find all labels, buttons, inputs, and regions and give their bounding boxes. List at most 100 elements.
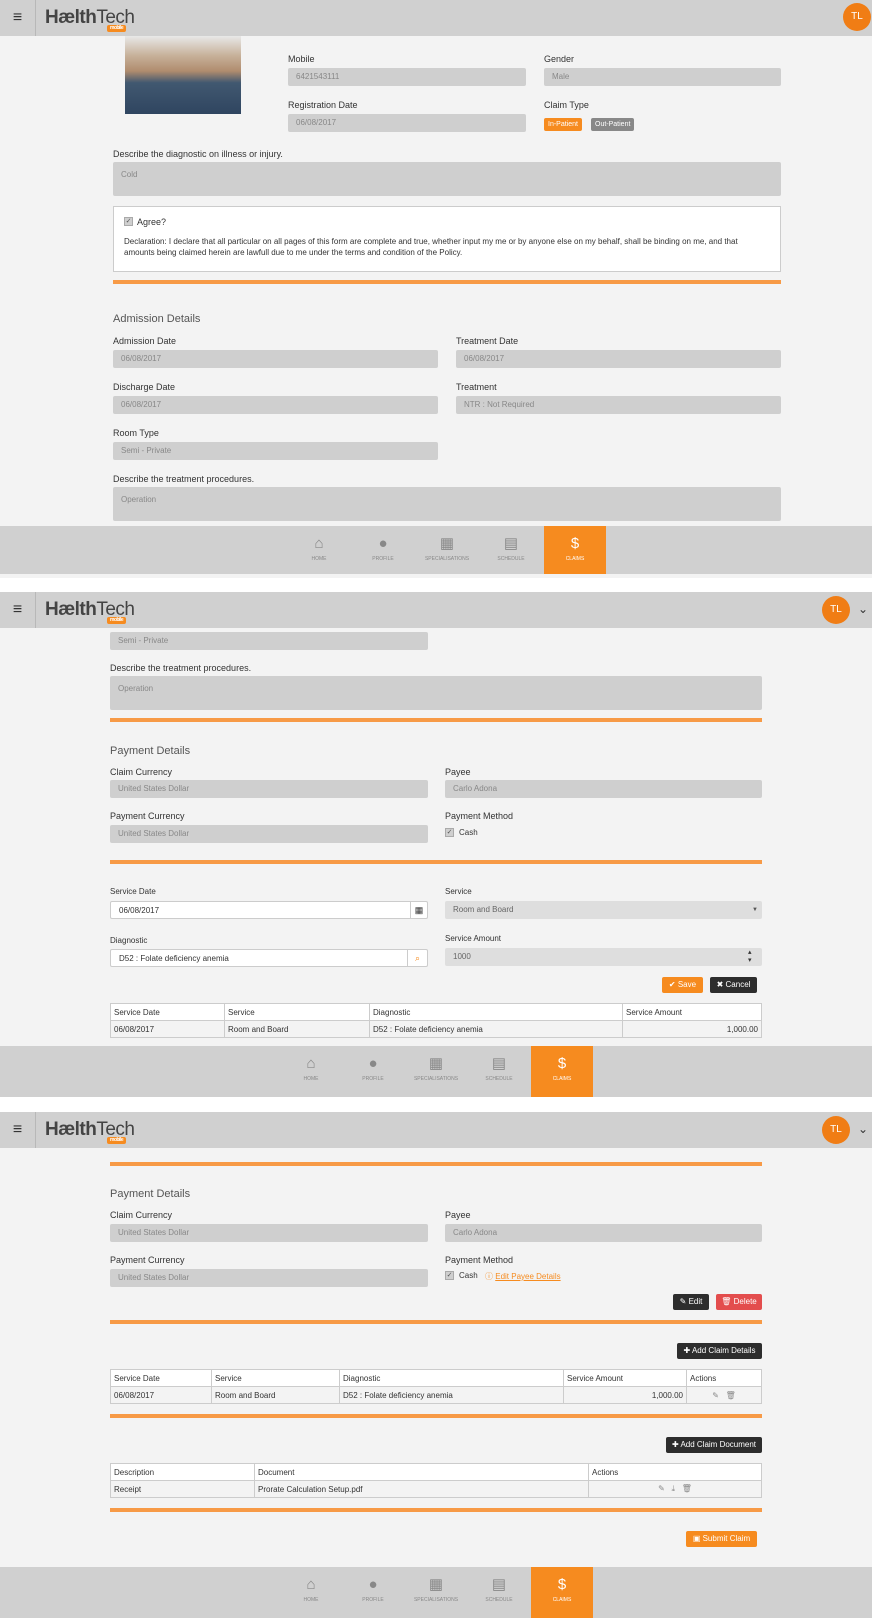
table-row[interactable]: Receipt Prorate Calculation Setup.pdf ✎ …: [110, 1480, 762, 1498]
payment-method-label: Payment Method: [445, 811, 514, 821]
cash-label: Cash: [459, 1271, 478, 1280]
column-header: Description: [110, 1463, 255, 1481]
nav-profile[interactable]: ● PROFILE: [342, 1046, 404, 1094]
agree-label: Agree?: [137, 217, 167, 227]
trash-icon[interactable]: 🗑: [682, 1484, 692, 1493]
nav-home[interactable]: ⌂ HOME: [280, 1567, 342, 1615]
payment-method-label: Payment Method: [445, 1255, 514, 1265]
user-avatar[interactable]: TL: [822, 596, 850, 624]
chevron-down-icon[interactable]: ⌄: [858, 1122, 868, 1136]
nav-profile[interactable]: ● PROFILE: [342, 1567, 404, 1615]
inpatient-pill[interactable]: In-Patient: [544, 118, 582, 131]
table-header-row: Service Date Service Diagnostic Service …: [110, 1003, 762, 1021]
treatment-field[interactable]: NTR : Not Required: [456, 396, 781, 414]
cell: Room and Board: [224, 1020, 370, 1038]
mobile-label: Mobile: [288, 54, 315, 64]
table-row[interactable]: 06/08/2017 Room and Board D52 : Folate d…: [110, 1386, 762, 1404]
add-claim-document-button[interactable]: ✚ Add Claim Document: [666, 1437, 762, 1453]
calendar-icon: ▤: [491, 1576, 507, 1593]
nav-claims[interactable]: $ CLAIMS: [531, 1567, 593, 1618]
claim-currency-field[interactable]: United States Dollar: [110, 780, 428, 798]
cell: Prorate Calculation Setup.pdf: [254, 1480, 589, 1498]
room-type-label: Room Type: [113, 428, 159, 438]
specialisations-icon: ▦: [439, 535, 455, 552]
nav-specialisations[interactable]: ▦ SPECIALISATIONS: [416, 526, 478, 574]
profile-photo: [125, 36, 241, 114]
add-claim-details-button[interactable]: ✚ Add Claim Details: [677, 1343, 762, 1359]
treatment-procedures-textarea[interactable]: Operation: [113, 487, 781, 521]
cell: 06/08/2017: [110, 1386, 212, 1404]
home-icon: ⌂: [306, 1055, 316, 1072]
edit-button[interactable]: ✎ Edit: [673, 1294, 709, 1310]
payment-currency-field[interactable]: United States Dollar: [110, 1269, 428, 1287]
user-avatar[interactable]: TL: [822, 1116, 850, 1144]
cash-checkbox[interactable]: ✓: [445, 1271, 454, 1280]
calendar-icon[interactable]: ▦: [410, 902, 427, 918]
nav-specialisations[interactable]: ▦ SPECIALISATIONS: [405, 1046, 467, 1094]
nav-specialisations[interactable]: ▦ SPECIALISATIONS: [405, 1567, 467, 1615]
nav-profile[interactable]: ● PROFILE: [352, 526, 414, 574]
stepper-arrows-icon[interactable]: ▴ ▾: [748, 949, 752, 965]
cash-checkbox[interactable]: ✓: [445, 828, 454, 837]
service-date-input[interactable]: 06/08/2017: [110, 901, 428, 919]
room-type-field[interactable]: Semi - Private: [110, 632, 428, 650]
nav-claims[interactable]: $ CLAIMS: [544, 526, 606, 574]
admission-date-field[interactable]: 06/08/2017: [113, 350, 438, 368]
agree-checkbox[interactable]: ✓: [124, 217, 133, 226]
service-select[interactable]: Room and Board: [445, 901, 762, 919]
download-icon[interactable]: ⤓: [672, 1484, 676, 1493]
dollar-icon: $: [557, 1055, 567, 1072]
cancel-button[interactable]: ✖ Cancel: [710, 977, 757, 993]
column-header: Service: [211, 1369, 340, 1387]
cell: Receipt: [110, 1480, 255, 1498]
declaration-box: ✓ Agree? Declaration: I declare that all…: [113, 206, 781, 272]
delete-button[interactable]: 🗑 Delete: [716, 1294, 762, 1310]
nav-schedule[interactable]: ▤ SCHEDULE: [468, 1046, 530, 1094]
discharge-date-field[interactable]: 06/08/2017: [113, 396, 438, 414]
section-divider: [110, 1320, 762, 1324]
mobile-field[interactable]: 6421543111: [288, 68, 526, 86]
edit-payee-link[interactable]: ⓘ Edit Payee Details: [485, 1271, 561, 1282]
cell: Room and Board: [211, 1386, 340, 1404]
outpatient-pill[interactable]: Out-Patient: [591, 118, 635, 131]
section-divider: [110, 1508, 762, 1512]
save-button[interactable]: ✔ Save: [662, 977, 703, 993]
service-amount-stepper[interactable]: 1000: [445, 948, 762, 966]
nav-schedule[interactable]: ▤ SCHEDULE: [468, 1567, 530, 1615]
submit-claim-button[interactable]: ▣ Submit Claim: [686, 1531, 757, 1547]
discharge-date-label: Discharge Date: [113, 382, 176, 392]
trash-icon[interactable]: 🗑: [726, 1391, 736, 1400]
payee-field[interactable]: Carlo Adona: [445, 780, 762, 798]
search-icon[interactable]: ⌕: [407, 950, 427, 966]
nav-home[interactable]: ⌂ HOME: [280, 1046, 342, 1094]
column-header: Service Date: [110, 1369, 212, 1387]
menu-icon[interactable]: ≡: [0, 592, 36, 628]
cell: 1,000.00: [622, 1020, 762, 1038]
user-icon: ●: [368, 1576, 378, 1593]
menu-icon[interactable]: ≡: [0, 0, 36, 36]
table-row[interactable]: 06/08/2017 Room and Board D52 : Folate d…: [110, 1020, 762, 1038]
treatment-date-field[interactable]: 06/08/2017: [456, 350, 781, 368]
pencil-icon[interactable]: ✎: [658, 1484, 665, 1493]
treatment-label: Treatment: [456, 382, 497, 392]
gender-field[interactable]: Male: [544, 68, 781, 86]
claim-currency-field[interactable]: United States Dollar: [110, 1224, 428, 1242]
chevron-down-icon[interactable]: ⌄: [858, 602, 868, 616]
user-avatar[interactable]: TL: [843, 3, 871, 31]
payee-field[interactable]: Carlo Adona: [445, 1224, 762, 1242]
menu-icon[interactable]: ≡: [0, 1112, 36, 1148]
admission-details-title: Admission Details: [113, 313, 201, 325]
treatment-procedures-textarea[interactable]: Operation: [110, 676, 762, 710]
pencil-icon[interactable]: ✎: [712, 1391, 719, 1400]
nav-schedule[interactable]: ▤ SCHEDULE: [480, 526, 542, 574]
payment-currency-field[interactable]: United States Dollar: [110, 825, 428, 843]
nav-claims[interactable]: $ CLAIMS: [531, 1046, 593, 1097]
diagnostic-input[interactable]: D52 : Folate deficiency anemia: [110, 949, 428, 967]
cash-label: Cash: [459, 828, 478, 837]
registration-date-field[interactable]: 06/08/2017: [288, 114, 526, 132]
service-label: Service: [445, 887, 472, 896]
treatment-date-label: Treatment Date: [456, 336, 519, 346]
diagnostic-textarea[interactable]: Cold: [113, 162, 781, 196]
room-type-field[interactable]: Semi - Private: [113, 442, 438, 460]
nav-home[interactable]: ⌂ HOME: [288, 526, 350, 574]
